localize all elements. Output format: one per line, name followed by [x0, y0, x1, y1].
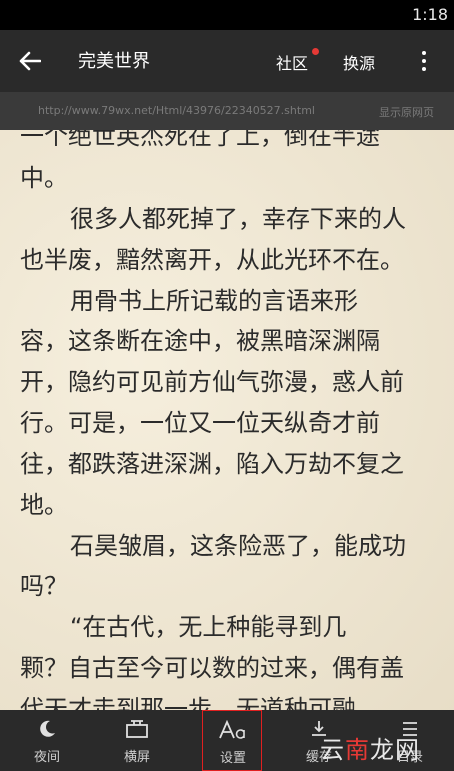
show-original-page-link[interactable]: 显示原网页	[379, 104, 434, 120]
text-line: 也半废，黯然离开，从此光环不在。	[20, 246, 404, 274]
landscape-button[interactable]: 横屏	[107, 710, 167, 771]
community-button[interactable]: 社区	[276, 50, 308, 74]
night-mode-label: 夜间	[33, 750, 60, 765]
text-line: 很多人都死掉了，幸存下来的人	[70, 205, 406, 233]
reader-content[interactable]: 一个绝世英杰死在了上，倒在半途 中。 很多人都死掉了，幸存下来的人 也半废，黯然…	[0, 130, 454, 710]
text-line: 行。可是，一位又一位天纵奇才前	[20, 409, 380, 437]
moon-icon	[40, 720, 55, 737]
source-url: http://www.79wx.net/Html/43976/22340527.…	[38, 104, 315, 117]
back-button[interactable]	[14, 46, 46, 76]
notification-dot	[312, 48, 319, 55]
bottom-toolbar: 夜间 横屏 设置 缓存 目录 云南龙网	[0, 710, 454, 771]
back-arrow-icon	[19, 51, 41, 71]
top-toolbar: 完美世界 社区 换源	[0, 30, 454, 92]
change-source-button[interactable]: 换源	[343, 50, 375, 74]
text-line: 往，都跌落进深渊，陷入万劫不复之	[20, 450, 404, 478]
settings-label: 设置	[219, 751, 246, 766]
text-line: 一个绝世英杰死在了上，倒在半途	[20, 130, 380, 150]
text-line: 颗？自古至今可以数的过来，偶有盖	[20, 654, 404, 682]
site-watermark: 云南龙网	[320, 736, 420, 764]
text-line: 中。	[20, 164, 68, 192]
text-line: 石昊皱眉，这条险恶了，能成功	[70, 532, 406, 560]
text-line: 地。	[20, 491, 68, 519]
font-size-icon	[219, 720, 245, 739]
text-line: 开，隐约可见前方仙气弥漫，惑人前	[20, 368, 404, 396]
status-time: 1:18	[412, 5, 448, 24]
landscape-icon	[126, 720, 148, 738]
text-line: “在古代，无上种能寻到几	[70, 613, 347, 641]
book-title: 完美世界	[78, 51, 150, 72]
text-line: 容，这条断在途中，被黑暗深渊隔	[20, 327, 380, 355]
text-line: 用骨书上所记载的言语来形	[70, 287, 358, 315]
more-options-icon[interactable]	[412, 46, 436, 76]
settings-button[interactable]: 设置	[202, 710, 262, 771]
landscape-label: 横屏	[123, 750, 150, 765]
source-url-bar: http://www.79wx.net/Html/43976/22340527.…	[0, 92, 454, 130]
text-line: 吗？	[20, 572, 68, 600]
night-mode-button[interactable]: 夜间	[17, 710, 77, 771]
text-line: 代天才走到那一步，无道种可融	[20, 695, 356, 710]
status-bar: 1:18	[0, 0, 454, 30]
